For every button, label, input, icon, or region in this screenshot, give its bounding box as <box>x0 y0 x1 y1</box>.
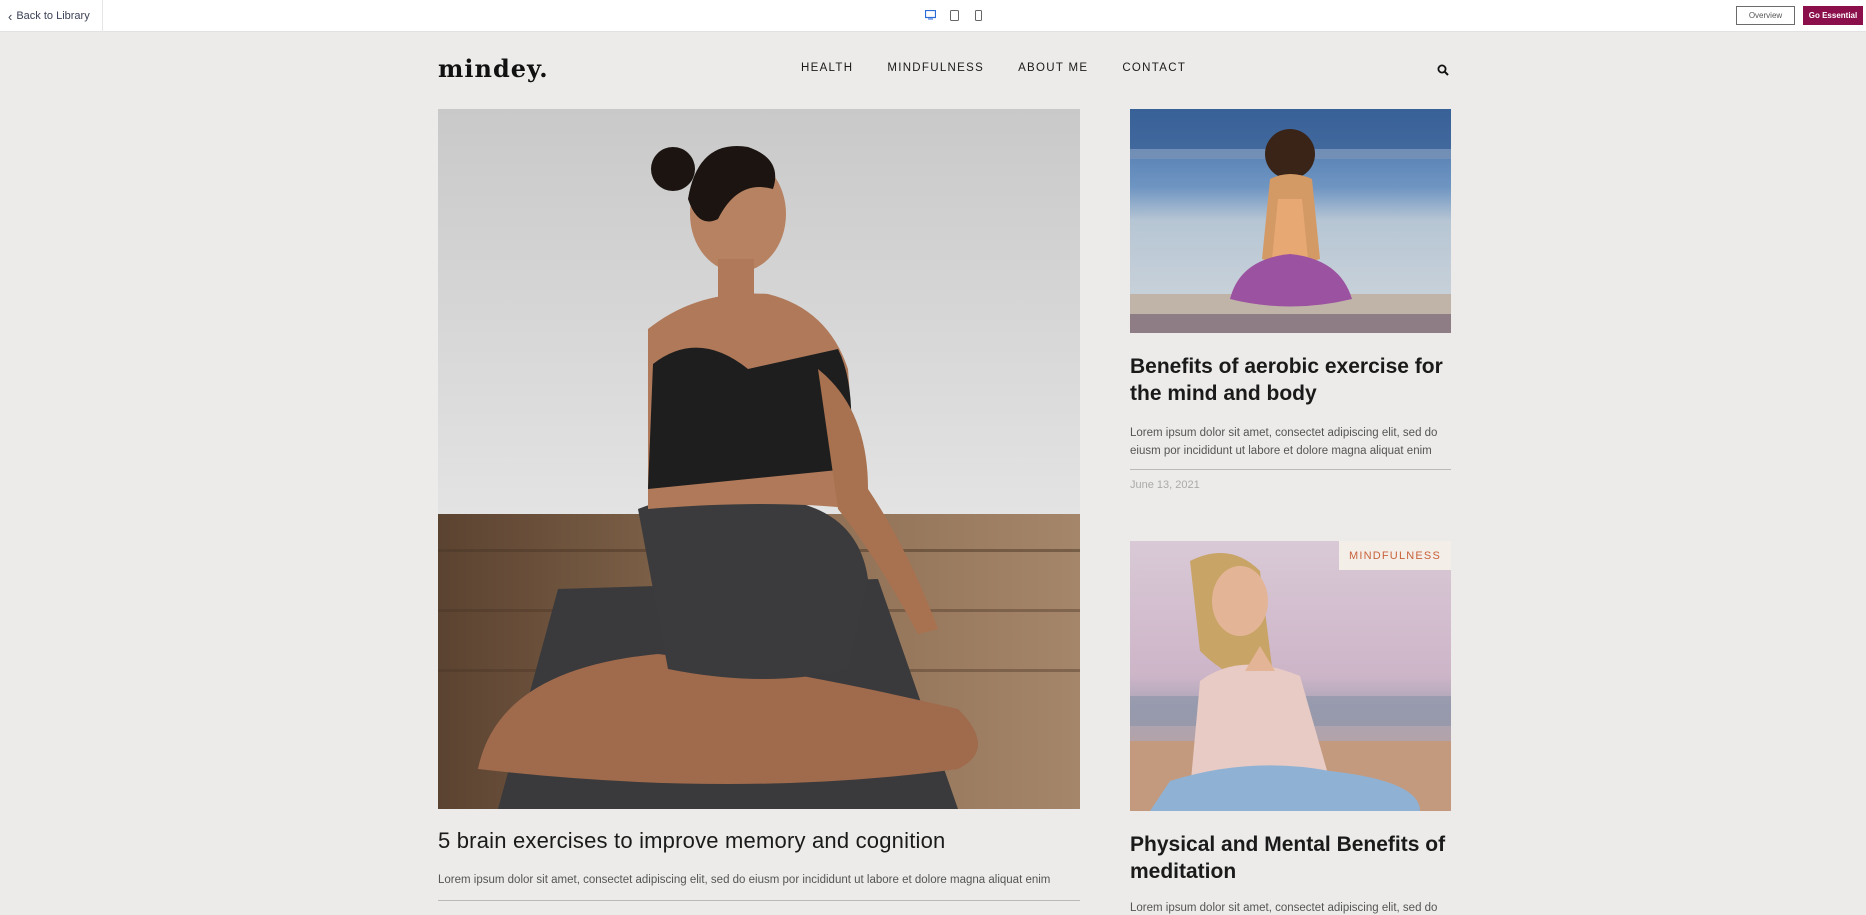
search-icon[interactable] <box>1437 63 1449 76</box>
nav-item-mindfulness[interactable]: MINDFULNESS <box>887 62 984 74</box>
post-card-title[interactable]: Benefits of aerobic exercise for the min… <box>1130 353 1460 407</box>
site-logo[interactable]: mindey. <box>438 54 549 83</box>
nav-item-contact[interactable]: CONTACT <box>1122 62 1186 74</box>
back-to-library-link[interactable]: ‹ Back to Library <box>8 0 103 32</box>
divider <box>1130 469 1451 470</box>
hero-post-image[interactable] <box>438 109 1080 809</box>
mobile-icon[interactable] <box>972 8 984 22</box>
nav-item-health[interactable]: HEALTH <box>801 62 853 74</box>
overview-button[interactable]: Overview <box>1736 6 1795 25</box>
go-essential-button[interactable]: Go Essential <box>1803 6 1863 25</box>
divider <box>438 900 1080 901</box>
post-card-excerpt: Lorem ipsum dolor sit amet, consectet ad… <box>1130 427 1438 457</box>
hero-post-title[interactable]: 5 brain exercises to improve memory and … <box>438 828 945 854</box>
preview-toolbar: ‹ Back to Library Overview Go Essential <box>0 0 1866 32</box>
desktop-icon[interactable] <box>924 8 936 22</box>
post-card-excerpt: Lorem ipsum dolor sit amet, consectet ad… <box>1130 902 1438 914</box>
nav-item-about-me[interactable]: ABOUT ME <box>1018 62 1088 74</box>
category-badge[interactable]: MINDFULNESS <box>1339 541 1451 570</box>
post-card-title[interactable]: Physical and Mental Benefits of meditati… <box>1130 831 1460 885</box>
back-label: Back to Library <box>16 10 90 22</box>
hero-post-excerpt: Lorem ipsum dolor sit amet, consectet ad… <box>438 874 1051 886</box>
post-card-date: June 13, 2021 <box>1130 479 1200 491</box>
post-card-image[interactable] <box>1130 109 1451 333</box>
device-switcher <box>924 8 984 22</box>
chevron-left-icon: ‹ <box>8 8 13 24</box>
post-card-image[interactable] <box>1130 541 1451 811</box>
main-nav: HEALTH MINDFULNESS ABOUT ME CONTACT <box>801 62 1186 74</box>
tablet-icon[interactable] <box>948 8 960 22</box>
